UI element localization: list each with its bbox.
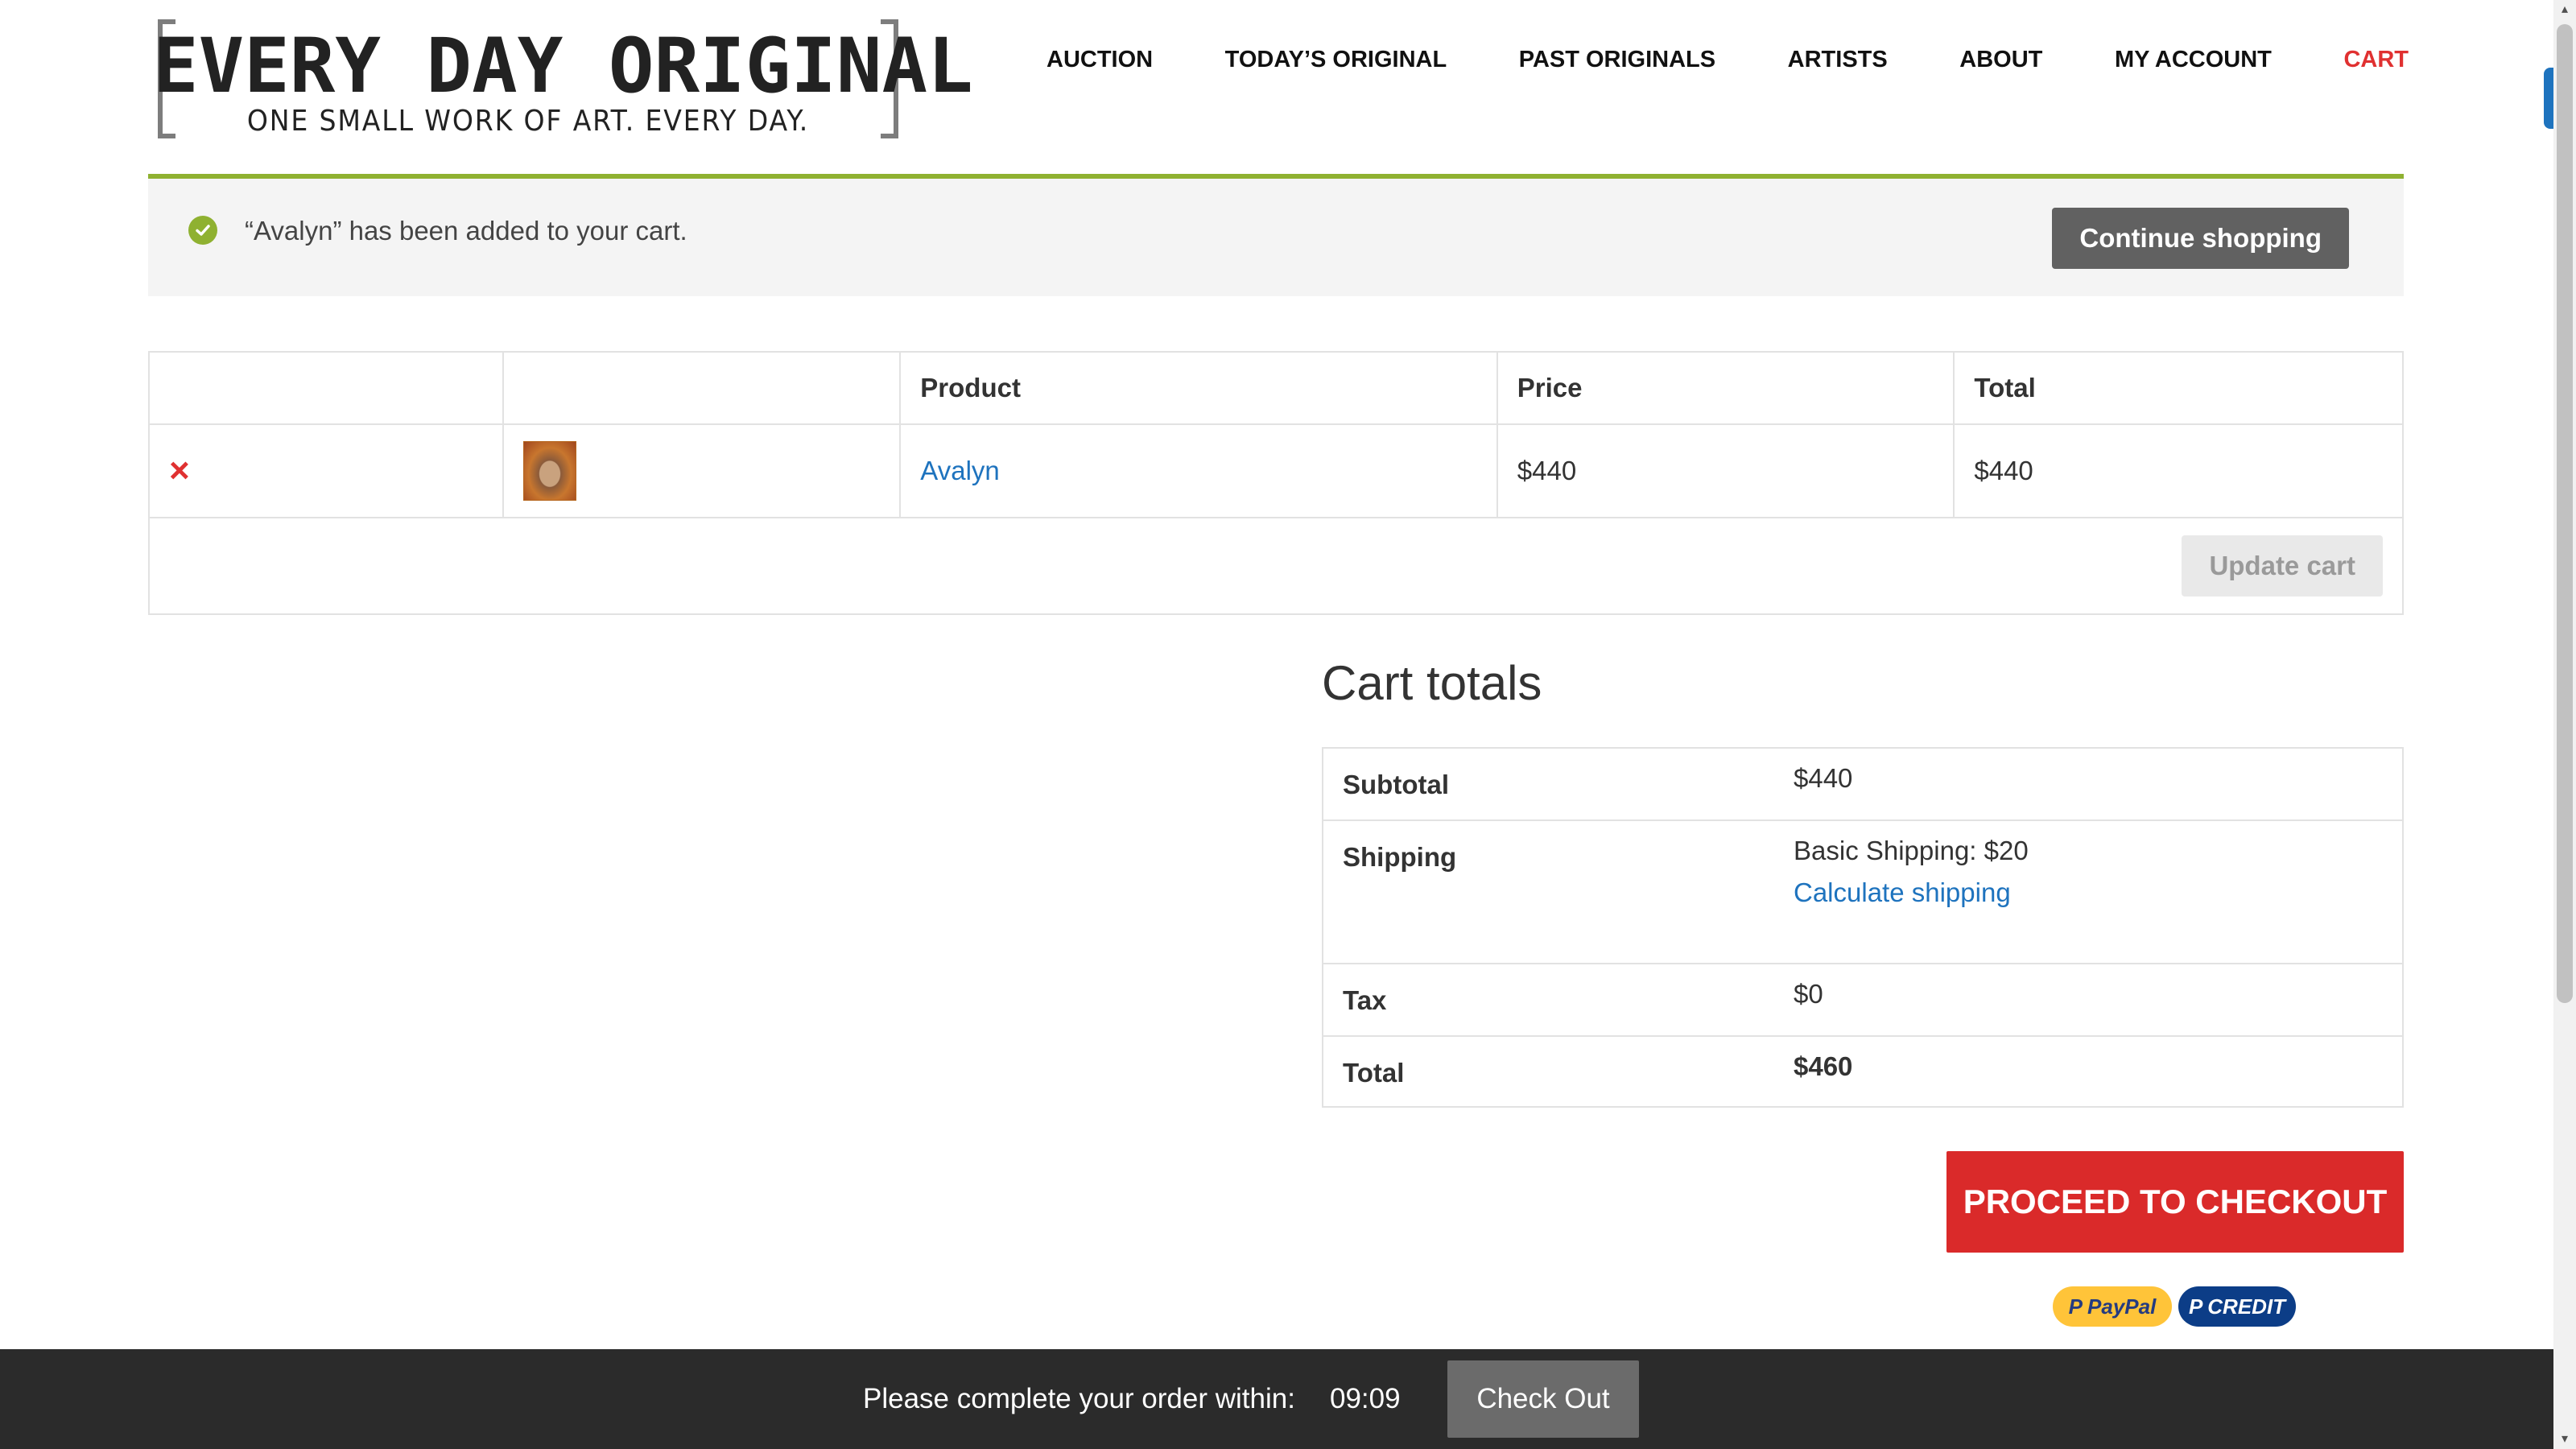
total-cell: $440	[1953, 423, 2404, 518]
cart-table: Product Price Total × Avalyn $440 $440 U…	[148, 351, 2404, 615]
proceed-to-checkout-button[interactable]: Proceed to checkout	[1946, 1151, 2404, 1253]
order-total-value: $460	[1774, 1036, 2403, 1108]
shipping-row: Shipping Basic Shipping: $20 Calculate s…	[1323, 820, 2403, 964]
product-link[interactable]: Avalyn	[920, 456, 999, 485]
shipping-value: Basic Shipping: $20	[1794, 836, 2029, 865]
nav-my-account[interactable]: MY ACCOUNT	[2115, 47, 2272, 73]
order-total-label: Total	[1323, 1036, 1774, 1108]
continue-shopping-button[interactable]: Continue shopping	[2052, 208, 2349, 269]
order-total-row: Total $460	[1323, 1036, 2403, 1108]
update-cart-button[interactable]: Update cart	[2182, 535, 2383, 597]
tax-label: Tax	[1323, 964, 1774, 1037]
subtotal-value: $440	[1774, 748, 2403, 821]
cart-totals-table: Subtotal $440 Shipping Basic Shipping: $…	[1322, 747, 2404, 1108]
paypal-credit-label: CREDIT	[2207, 1294, 2286, 1319]
nav-artists[interactable]: ARTISTS	[1788, 47, 1888, 73]
calculate-shipping-link[interactable]: Calculate shipping	[1794, 877, 2383, 908]
shipping-label: Shipping	[1323, 820, 1774, 964]
cart-totals-title: Cart totals	[1322, 656, 1542, 710]
remove-cell: ×	[148, 423, 504, 518]
table-row: × Avalyn $440 $440	[148, 423, 2404, 518]
nav-past-originals[interactable]: PAST ORIGINALS	[1519, 47, 1715, 73]
paypal-button[interactable]: P PayPal	[2053, 1286, 2172, 1327]
header-remove	[148, 351, 504, 425]
cart-actions-row: Update cart	[148, 517, 2404, 615]
cart-actions-cell: Update cart	[148, 517, 2404, 615]
main-nav: AUCTION TODAY’S ORIGINAL PAST ORIGINALS …	[1046, 47, 2409, 73]
countdown-timer: 09:09	[1330, 1383, 1401, 1414]
nav-todays-original[interactable]: TODAY’S ORIGINAL	[1225, 47, 1447, 73]
scrollbar-thumb[interactable]	[2557, 24, 2573, 1003]
nav-about[interactable]: ABOUT	[1959, 47, 2042, 73]
tax-row: Tax $0	[1323, 964, 2403, 1037]
paypal-credit-button[interactable]: P CREDIT	[2178, 1286, 2296, 1327]
thumbnail-cell	[502, 423, 902, 518]
paypal-label: PayPal	[2087, 1294, 2157, 1319]
logo-tagline: ONE SMALL WORK OF ART. EVERY DAY.	[246, 105, 810, 138]
subtotal-row: Subtotal $440	[1323, 748, 2403, 821]
product-thumbnail[interactable]	[522, 441, 576, 501]
vertical-scrollbar[interactable]: ▴ ▾	[2553, 0, 2576, 1449]
site-logo[interactable]: EVERY DAY ORIGINAL ONE SMALL WORK OF ART…	[153, 14, 973, 145]
check-circle-icon	[188, 216, 217, 245]
header-price: Price	[1496, 351, 1955, 425]
scroll-up-arrow-icon[interactable]: ▴	[2553, 0, 2576, 19]
page: EVERY DAY ORIGINAL ONE SMALL WORK OF ART…	[0, 0, 2553, 1449]
cart-header-row: Product Price Total	[148, 351, 2404, 425]
shipping-cell: Basic Shipping: $20 Calculate shipping	[1774, 820, 2403, 964]
logo-title: EVERY DAY ORIGINAL	[153, 23, 973, 110]
tax-value: $0	[1774, 964, 2403, 1037]
header-thumbnail	[502, 351, 902, 425]
paypal-p-icon: P	[2188, 1294, 2203, 1319]
subtotal-label: Subtotal	[1323, 748, 1774, 821]
paypal-p-icon: P	[2068, 1294, 2083, 1319]
nav-cart[interactable]: CART	[2343, 47, 2409, 73]
product-cell: Avalyn	[899, 423, 1498, 518]
scroll-down-arrow-icon[interactable]: ▾	[2553, 1430, 2576, 1449]
order-timer-bar: Please complete your order within: 09:09…	[0, 1349, 2553, 1449]
header-product: Product	[899, 351, 1498, 425]
remove-item-button[interactable]: ×	[169, 451, 190, 490]
timer-prompt: Please complete your order within:	[863, 1383, 1295, 1414]
header-total: Total	[1953, 351, 2404, 425]
nav-auction[interactable]: AUCTION	[1046, 47, 1153, 73]
added-to-cart-notice: “Avalyn” has been added to your cart. Co…	[148, 174, 2404, 296]
notice-message: “Avalyn” has been added to your cart.	[245, 216, 687, 246]
check-out-button[interactable]: Check Out	[1447, 1360, 1639, 1438]
price-cell: $440	[1496, 423, 1955, 518]
